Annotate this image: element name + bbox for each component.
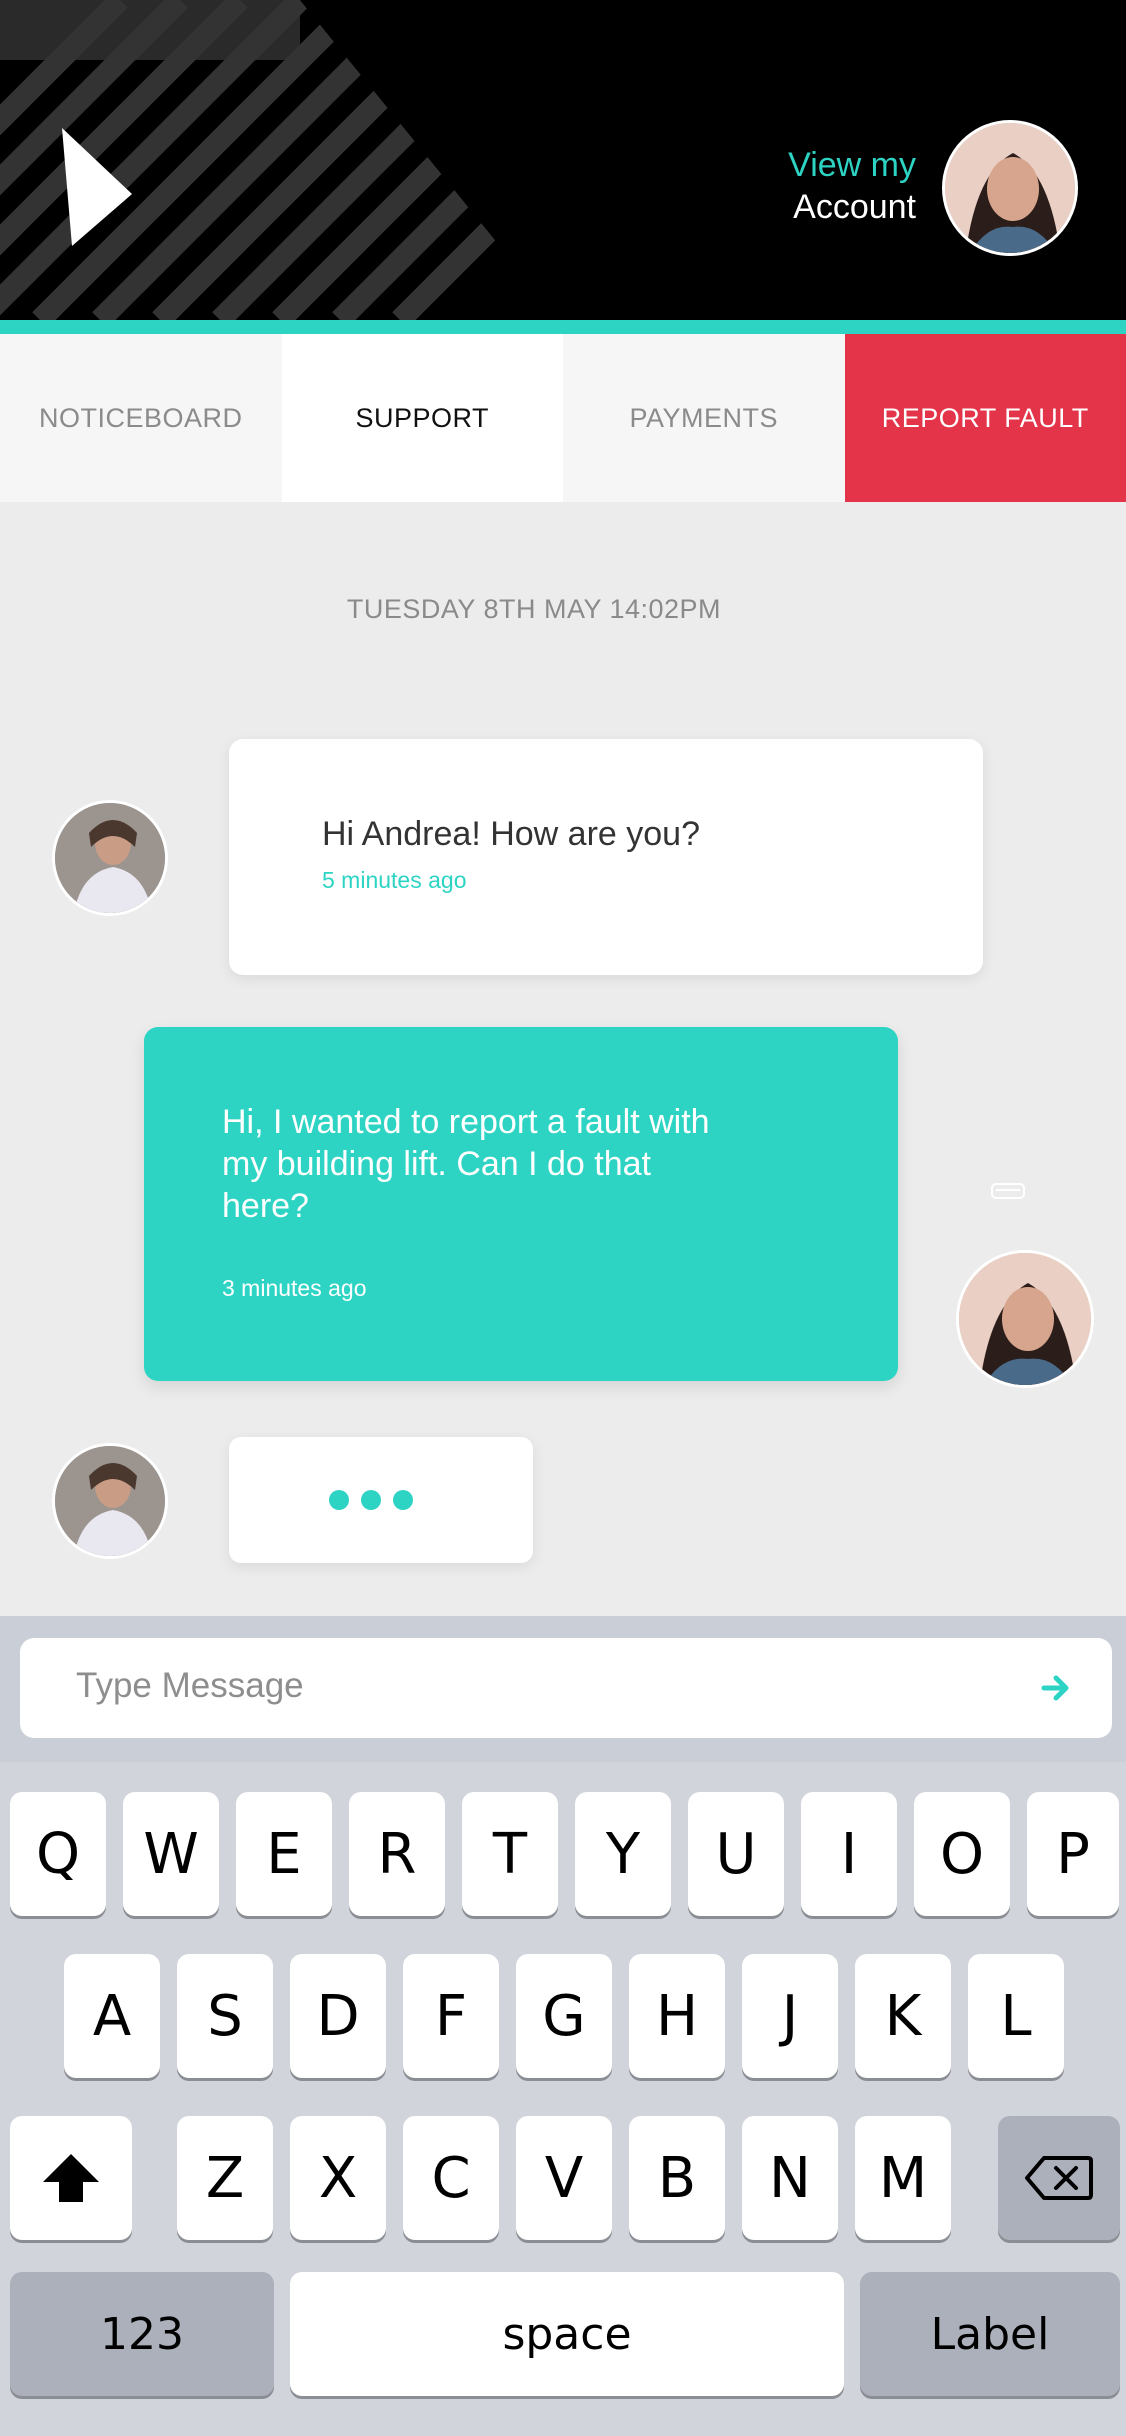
tab-noticeboard[interactable]: NOTICEBOARD: [0, 334, 282, 502]
view-account-label-1: View my: [788, 146, 916, 184]
key-n[interactable]: N: [742, 2116, 838, 2240]
agent-avatar: [52, 1443, 168, 1559]
app-logo[interactable]: [62, 128, 132, 246]
on-screen-keyboard: Q W E R T Y U I O P A S D F G H J K L Z …: [0, 1762, 1126, 2436]
key-p[interactable]: P: [1027, 1792, 1119, 1916]
message-timestamp: 3 minutes ago: [222, 1275, 367, 1301]
typing-dot: [361, 1490, 381, 1510]
send-arrow-icon[interactable]: [1036, 1668, 1076, 1708]
header-accent-bar: [0, 320, 1126, 334]
space-key[interactable]: space: [290, 2272, 844, 2396]
key-c[interactable]: C: [403, 2116, 499, 2240]
app-header: View my Account: [0, 0, 1126, 320]
key-x[interactable]: X: [290, 2116, 386, 2240]
message-bubble-outgoing: Hi, I wanted to report a fault with my b…: [144, 1027, 898, 1381]
key-v[interactable]: V: [516, 2116, 612, 2240]
key-h[interactable]: H: [629, 1954, 725, 2078]
key-w[interactable]: W: [123, 1792, 219, 1916]
message-composer: Type Message: [0, 1616, 1126, 1762]
message-input-placeholder: Type Message: [76, 1666, 304, 1705]
typing-dot: [393, 1490, 413, 1510]
key-l[interactable]: L: [968, 1954, 1064, 2078]
key-b[interactable]: B: [629, 2116, 725, 2240]
typing-indicator: [229, 1437, 533, 1563]
typing-dot: [329, 1490, 349, 1510]
tab-payments[interactable]: PAYMENTS: [563, 334, 845, 502]
tab-report-fault[interactable]: REPORT FAULT: [844, 334, 1126, 502]
typing-dots: [329, 1490, 413, 1510]
key-o[interactable]: O: [914, 1792, 1010, 1916]
tab-support[interactable]: SUPPORT: [281, 334, 563, 502]
key-z[interactable]: Z: [177, 2116, 273, 2240]
key-a[interactable]: A: [64, 1954, 160, 2078]
key-s[interactable]: S: [177, 1954, 273, 2078]
key-m[interactable]: M: [855, 2116, 951, 2240]
key-f[interactable]: F: [403, 1954, 499, 2078]
message-text: Hi Andrea! How are you?: [322, 815, 700, 853]
tab-bar: NOTICEBOARD SUPPORT PAYMENTS REPORT FAUL…: [0, 334, 1126, 502]
key-u[interactable]: U: [688, 1792, 784, 1916]
key-e[interactable]: E: [236, 1792, 332, 1916]
message-input[interactable]: Type Message: [20, 1638, 1112, 1738]
key-q[interactable]: Q: [10, 1792, 106, 1916]
message-bubble-incoming: Hi Andrea! How are you? 5 minutes ago: [229, 739, 983, 975]
backspace-key[interactable]: [998, 2116, 1120, 2240]
shift-key[interactable]: [10, 2116, 132, 2240]
key-y[interactable]: Y: [575, 1792, 671, 1916]
agent-avatar: [52, 800, 168, 916]
view-account-label-2: Account: [793, 188, 916, 226]
key-d[interactable]: D: [290, 1954, 386, 2078]
key-t[interactable]: T: [462, 1792, 558, 1916]
message-text: Hi, I wanted to report a fault with my b…: [222, 1103, 710, 1225]
return-key[interactable]: Label: [860, 2272, 1120, 2396]
my-avatar: [956, 1250, 1094, 1388]
key-r[interactable]: R: [349, 1792, 445, 1916]
key-j[interactable]: J: [742, 1954, 838, 2078]
user-avatar[interactable]: [942, 120, 1078, 256]
backspace-icon: [1025, 2156, 1093, 2200]
key-i[interactable]: I: [801, 1792, 897, 1916]
key-k[interactable]: K: [855, 1954, 951, 2078]
numbers-key[interactable]: 123: [10, 2272, 274, 2396]
view-account-link[interactable]: View my Account: [788, 144, 916, 228]
message-timestamp: 5 minutes ago: [322, 867, 467, 893]
chat-date-separator: TUESDAY 8TH MAY 14:02PM: [346, 594, 722, 624]
key-g[interactable]: G: [516, 1954, 612, 2078]
read-receipt-icon: [991, 1183, 1025, 1199]
shift-arrow-icon: [43, 2154, 99, 2202]
